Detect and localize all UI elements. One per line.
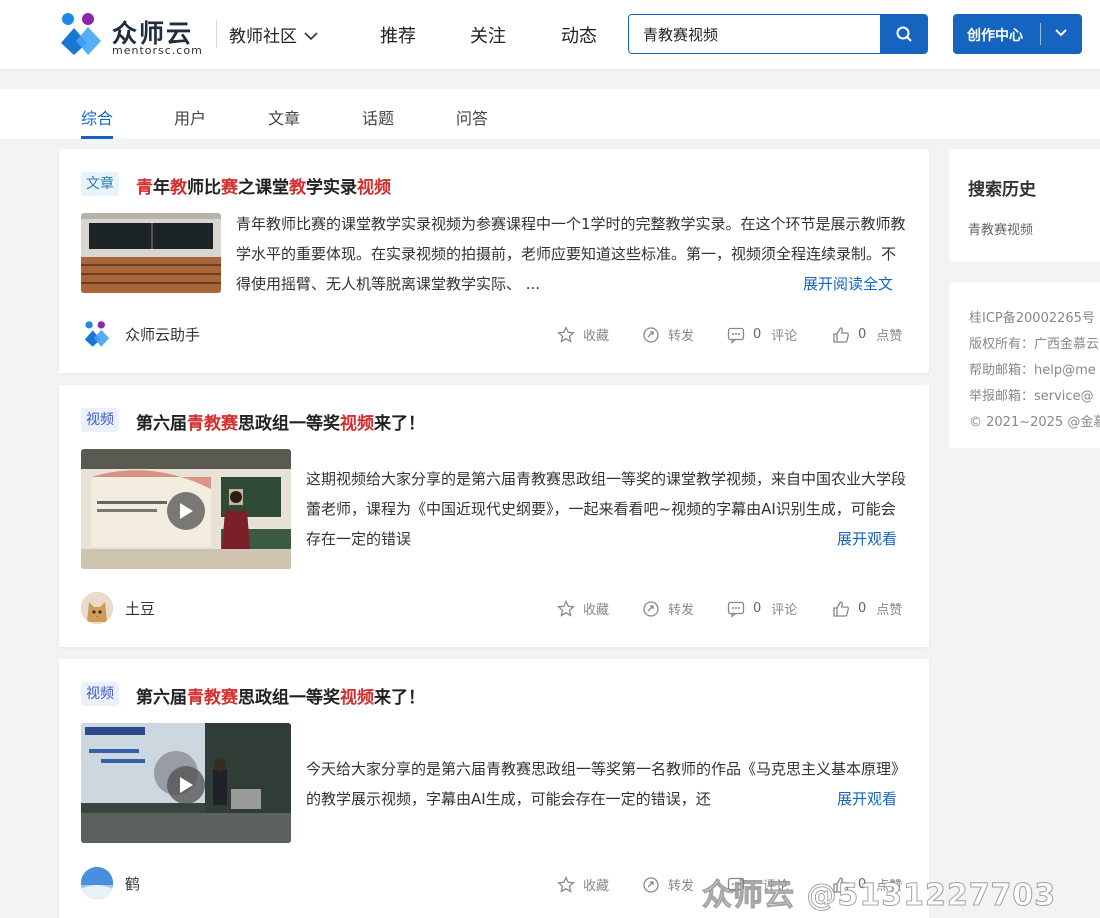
play-icon[interactable] [167, 766, 205, 804]
content-type-tag: 视频 [81, 408, 119, 432]
author[interactable]: 土豆 [81, 592, 155, 624]
comment-button[interactable]: 0 评论 [727, 599, 797, 618]
star-icon [557, 875, 575, 893]
search-history-panel: 搜索历史 青教赛视频 [949, 149, 1100, 261]
result-card[interactable]: 视频 第六届青教赛思政组一等奖视频来了！ 这期视频给大家分享的是第六届青教赛思政… [59, 385, 929, 647]
share-button[interactable]: 转发 [642, 325, 694, 344]
expand-watch-link[interactable]: 展开观看 [835, 529, 898, 549]
expand-read-link[interactable]: 展开阅读全文 [801, 274, 894, 294]
tab-all[interactable]: 综合 [81, 105, 113, 129]
logo[interactable]: 众师云 mentorsc.com [58, 11, 208, 57]
sky-avatar-image [81, 867, 113, 899]
star-icon [557, 325, 575, 343]
comment-button[interactable]: 0 评论 [727, 325, 797, 344]
author-name: 众师云助手 [125, 325, 201, 344]
cat-avatar-image [81, 592, 113, 624]
active-tab-indicator [81, 136, 113, 139]
logo-icon [61, 13, 101, 55]
tab-users[interactable]: 用户 [174, 105, 206, 129]
author-name: 鹤 [125, 874, 141, 893]
search-icon [896, 26, 912, 42]
watermark: 众师云 @5131227703 [701, 878, 1057, 914]
top-bar: 众师云 mentorsc.com 教师社区 推荐 关注 动态 创作中心 [0, 0, 1100, 69]
copyright-owner: 版权所有：广西金慕云 [969, 337, 1100, 352]
comment-icon [727, 601, 745, 618]
logo-domain: mentorsc.com [112, 44, 203, 57]
header-divider [216, 20, 217, 48]
card-description: 这期视频给大家分享的是第六届青教赛思政组一等奖的课堂教学视频，来自中国农业大学段… [306, 470, 907, 548]
video-thumbnail[interactable] [81, 723, 291, 843]
card-title[interactable]: 青年教师比赛之课堂教学实录视频 [136, 173, 391, 198]
video-thumbnail[interactable] [81, 449, 291, 569]
share-icon [643, 876, 659, 893]
like-button[interactable]: 0 点赞 [832, 599, 902, 618]
report-email[interactable]: 举报邮箱：service@ [969, 385, 1094, 404]
collect-button[interactable]: 收藏 [557, 325, 609, 344]
create-center-button[interactable]: 创作中心 [953, 14, 1082, 54]
create-center-label: 创作中心 [967, 28, 1023, 44]
search-button[interactable] [880, 15, 927, 53]
expand-watch-link[interactable]: 展开观看 [835, 789, 898, 809]
tab-qa[interactable]: 问答 [456, 105, 488, 129]
content-type-tag: 视频 [81, 682, 119, 706]
site-info-panel: 桂ICP备20002265号 版权所有：广西金慕云 帮助邮箱：help@me 举… [949, 283, 1100, 448]
author[interactable]: 众师云助手 [81, 318, 200, 350]
search-box [628, 14, 928, 54]
copyright-year: © 2021~2025 @金慕 [969, 415, 1100, 430]
author-name: 土豆 [125, 599, 156, 618]
result-card[interactable]: 文章 青年教师比赛之课堂教学实录视频 青年教师比赛的课堂教学实录视频为参赛课程中… [59, 149, 929, 373]
thumbs-up-icon [833, 326, 850, 343]
share-icon [643, 600, 659, 617]
create-separator [1040, 23, 1041, 45]
search-input[interactable] [629, 15, 881, 53]
star-icon [557, 599, 575, 617]
author[interactable]: 鹤 [81, 867, 140, 899]
card-description: 今天给大家分享的是第六届青教赛思政组一等奖第一名教师的作品《马克思主义基本原理》… [306, 760, 906, 808]
avatar [81, 592, 113, 624]
result-tabs: 综合 用户 文章 话题 问答 [0, 89, 1100, 139]
play-icon[interactable] [167, 492, 205, 530]
comment-icon [727, 327, 745, 344]
nav-follow[interactable]: 关注 [470, 22, 506, 48]
avatar [81, 318, 113, 350]
logo-icon [84, 321, 110, 347]
content-type-tag: 文章 [81, 172, 119, 196]
community-dropdown[interactable]: 教师社区 [229, 22, 319, 47]
icp-record[interactable]: 桂ICP备20002265号 [969, 307, 1095, 326]
article-thumbnail[interactable] [81, 213, 221, 293]
share-button[interactable]: 转发 [642, 875, 694, 894]
tab-topics[interactable]: 话题 [362, 105, 394, 129]
share-button[interactable]: 转发 [642, 599, 694, 618]
community-label: 教师社区 [229, 27, 297, 47]
search-history-title: 搜索历史 [968, 180, 1036, 200]
like-button[interactable]: 0 点赞 [832, 325, 902, 344]
chevron-down-icon[interactable] [1053, 27, 1069, 39]
collect-button[interactable]: 收藏 [557, 875, 609, 894]
chevron-down-icon [304, 31, 318, 40]
card-title[interactable]: 第六届青教赛思政组一等奖视频来了！ [136, 409, 425, 434]
collect-button[interactable]: 收藏 [557, 599, 609, 618]
share-icon [643, 326, 659, 343]
search-history-item[interactable]: 青教赛视频 [968, 219, 1033, 238]
classroom-image [81, 213, 221, 293]
nav-activity[interactable]: 动态 [561, 22, 597, 48]
avatar [81, 867, 113, 899]
thumbs-up-icon [833, 600, 850, 617]
help-email[interactable]: 帮助邮箱：help@me [969, 359, 1096, 378]
nav-recommend[interactable]: 推荐 [380, 22, 416, 48]
card-title[interactable]: 第六届青教赛思政组一等奖视频来了！ [136, 683, 425, 708]
tab-articles[interactable]: 文章 [268, 105, 300, 129]
